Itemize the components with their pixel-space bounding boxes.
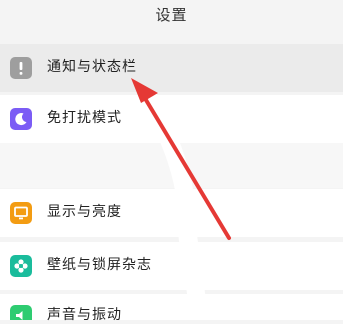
settings-item-label: 声音与振动 <box>47 307 122 323</box>
moon-icon <box>10 108 32 130</box>
settings-item-label: 壁纸与锁屏杂志 <box>47 257 152 273</box>
settings-item-wallpaper-lockscreen[interactable]: 壁纸与锁屏杂志 <box>0 242 343 290</box>
page-title: 设置 <box>155 6 188 24</box>
section-spacer <box>0 143 343 188</box>
speaker-icon <box>10 305 32 320</box>
settings-item-do-not-disturb[interactable]: 免打扰模式 <box>0 95 343 143</box>
settings-item-label: 免打扰模式 <box>47 110 122 126</box>
monitor-icon <box>10 202 32 224</box>
settings-item-label: 通知与状态栏 <box>47 59 137 75</box>
flower-icon <box>10 255 32 277</box>
settings-item-display-brightness[interactable]: 显示与亮度 <box>0 189 343 237</box>
exclamation-icon <box>10 57 32 79</box>
settings-item-sound-vibration[interactable]: 声音与振动 <box>0 294 343 323</box>
settings-item-notifications-status-bar[interactable]: 通知与状态栏 <box>0 44 343 92</box>
top-bar: 设置 <box>0 0 343 38</box>
settings-item-label: 显示与亮度 <box>47 204 122 220</box>
